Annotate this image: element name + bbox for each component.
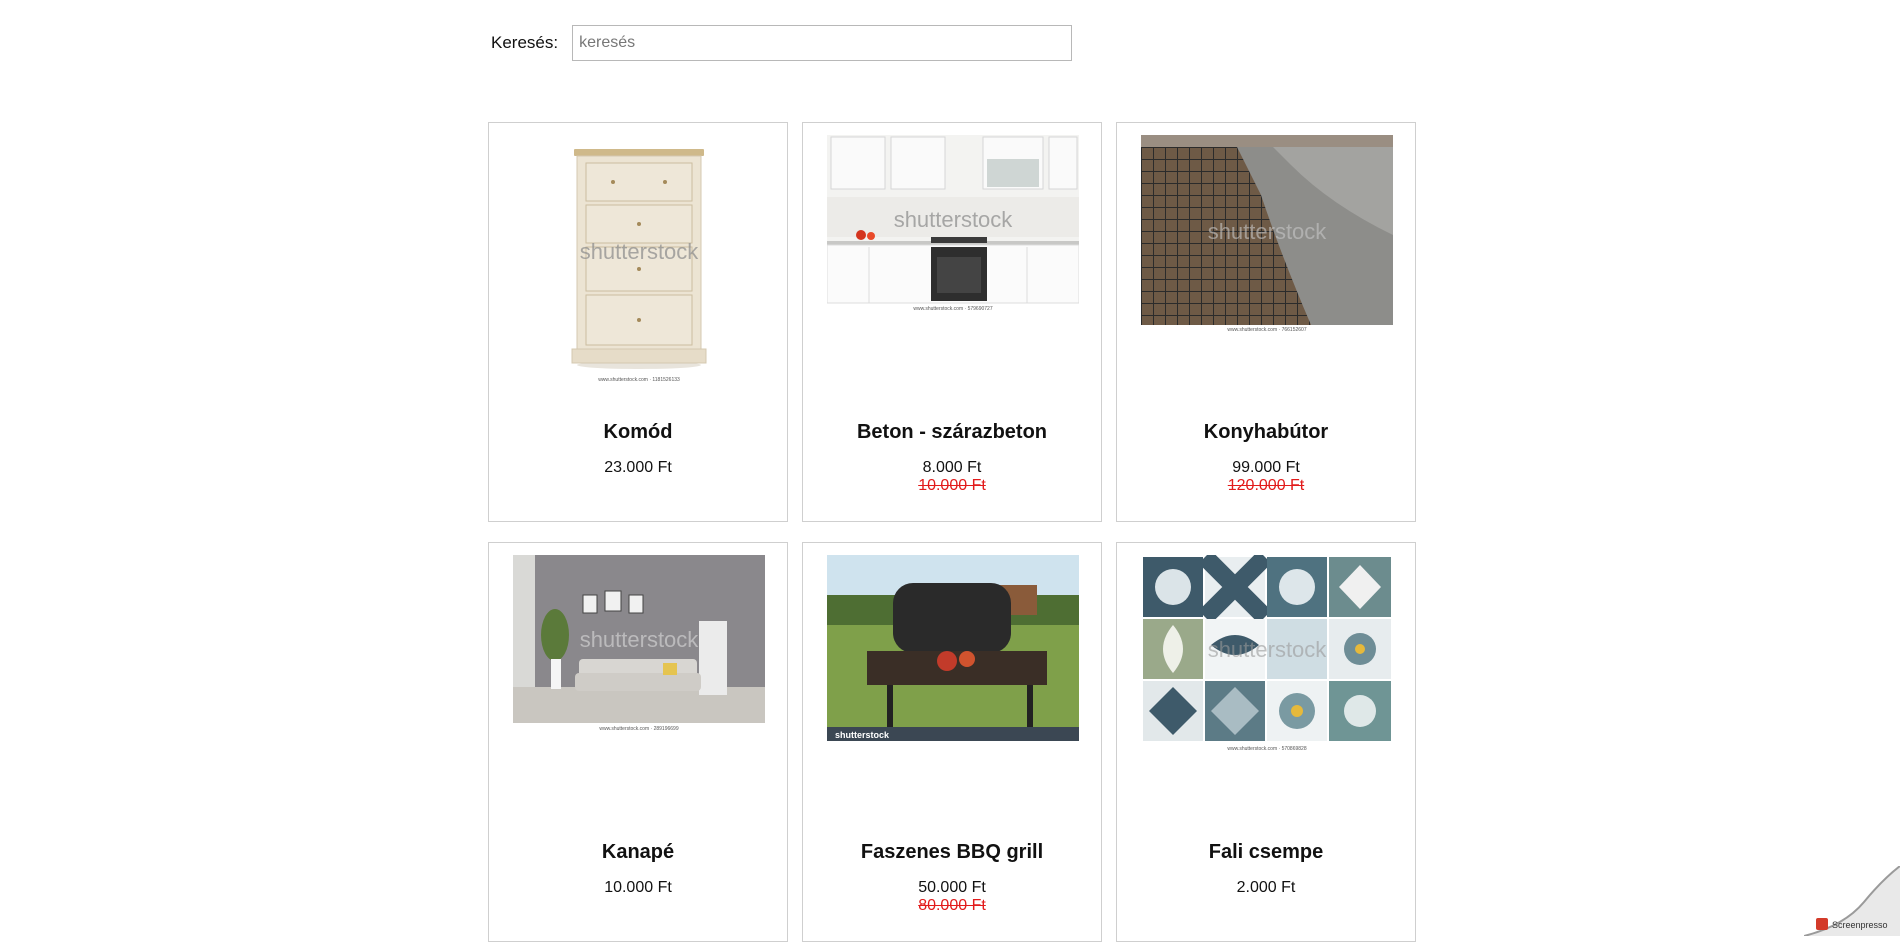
product-image-konyhabutor[interactable]: shutterstock www.shutterstock.com · 7661…: [1141, 135, 1393, 335]
watermark-text: shutterstock: [835, 730, 890, 740]
image-caption: www.shutterstock.com · 1181526133: [598, 377, 680, 383]
product-price: 10.000 Ft: [604, 879, 672, 896]
product-card-komod[interactable]: shutterstock www.shutterstock.com · 1181…: [488, 122, 788, 522]
image-caption: www.shutterstock.com · 570869828: [1227, 746, 1306, 752]
product-card-bbq-grill[interactable]: shutterstock Faszenes BBQ grill 50.000 F…: [802, 542, 1102, 942]
product-price: 23.000 Ft: [604, 459, 672, 476]
product-image-kanape[interactable]: shutterstock www.shutterstock.com · 2891…: [513, 555, 765, 755]
product-title[interactable]: Fali csempe: [1117, 841, 1415, 864]
product-card-fali-csempe[interactable]: shutterstock www.shutterstock.com · 5708…: [1116, 542, 1416, 942]
product-title[interactable]: Beton - szárazbeton: [803, 421, 1101, 444]
product-price: 99.000 Ft: [1232, 459, 1300, 476]
product-card-kanape[interactable]: shutterstock www.shutterstock.com · 2891…: [488, 542, 788, 942]
product-old-price: 10.000 Ft: [918, 477, 986, 494]
image-caption: www.shutterstock.com · 766152607: [1227, 327, 1306, 333]
product-image-fali-csempe[interactable]: shutterstock www.shutterstock.com · 5708…: [1141, 555, 1393, 755]
product-price: 2.000 Ft: [1236, 879, 1296, 896]
product-title[interactable]: Faszenes BBQ grill: [803, 841, 1101, 864]
product-old-price: 80.000 Ft: [918, 897, 986, 914]
search-input[interactable]: [572, 25, 1073, 61]
screenpresso-label: Screenpresso: [1832, 920, 1888, 930]
product-title[interactable]: Komód: [489, 421, 787, 444]
image-caption: www.shutterstock.com · 579690727: [913, 306, 992, 312]
search-label: Keresés:: [491, 33, 559, 52]
search-bar: Keresés:: [491, 24, 1073, 62]
product-price: 8.000 Ft: [922, 459, 982, 476]
product-price: 50.000 Ft: [918, 879, 986, 896]
product-title[interactable]: Kanapé: [489, 841, 787, 864]
product-image-komod[interactable]: shutterstock www.shutterstock.com · 1181…: [513, 135, 765, 395]
screenpresso-badge: Screenpresso: [1803, 865, 1900, 937]
screenpresso-icon: [1816, 918, 1828, 930]
product-title[interactable]: Konyhabútor: [1117, 421, 1415, 444]
product-image-beton[interactable]: shutterstock www.shutterstock.com · 5796…: [827, 135, 1079, 335]
product-card-beton[interactable]: shutterstock www.shutterstock.com · 5796…: [802, 122, 1102, 522]
watermark-text: shutterstock: [580, 239, 700, 264]
watermark-text: shutterstock: [1208, 219, 1328, 244]
product-image-bbq-grill[interactable]: shutterstock: [827, 555, 1079, 755]
watermark-text: shutterstock: [1208, 637, 1328, 662]
image-caption: www.shutterstock.com · 289196699: [599, 726, 678, 732]
watermark-text: shutterstock: [894, 207, 1014, 232]
watermark-text: shutterstock: [580, 627, 700, 652]
product-card-konyhabutor[interactable]: shutterstock www.shutterstock.com · 7661…: [1116, 122, 1416, 522]
product-old-price: 120.000 Ft: [1227, 477, 1305, 494]
